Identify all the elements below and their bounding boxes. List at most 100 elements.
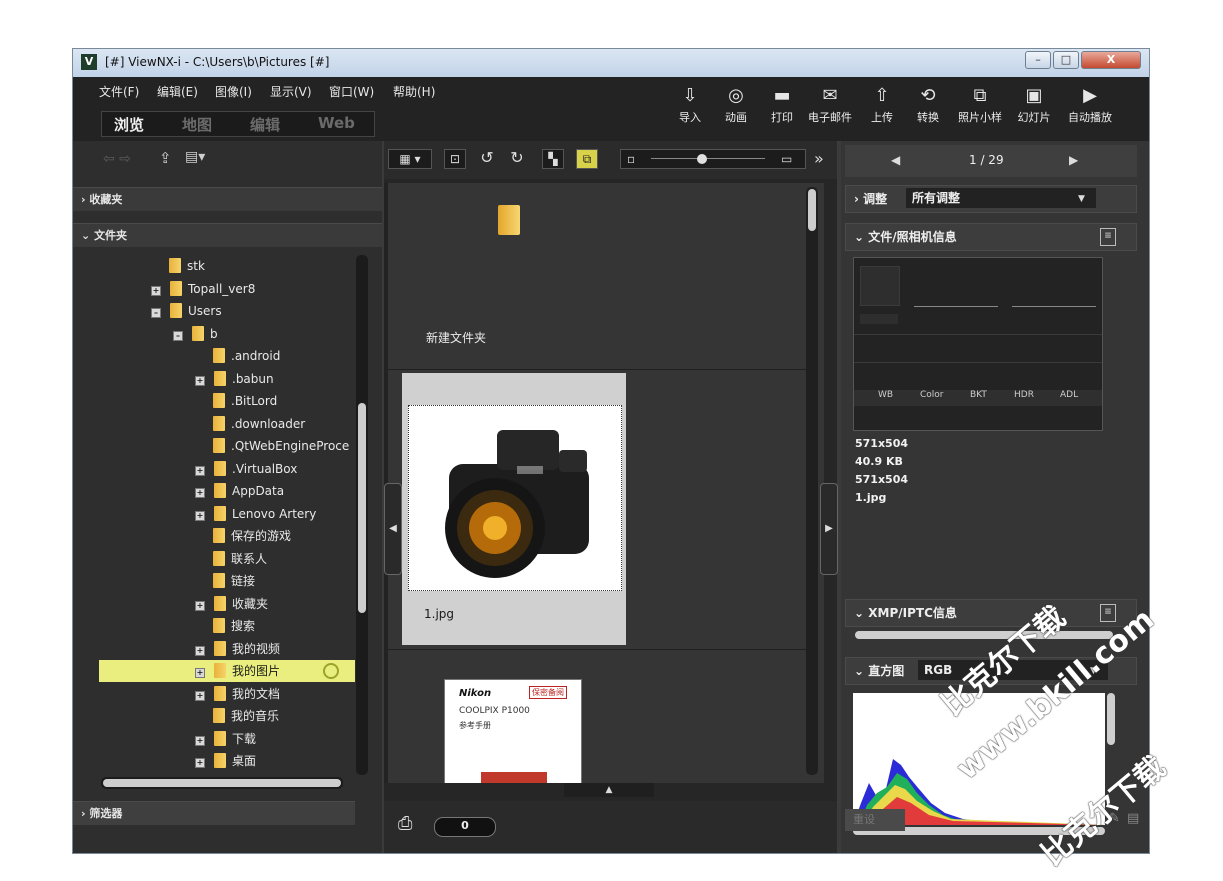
folder-icon [213,528,225,543]
view-mode-dropdown[interactable]: ▦ ▾ [388,149,432,169]
multi-select-icon[interactable]: ⧉ [576,149,598,169]
menu-window[interactable]: 窗口(W) [329,83,374,100]
expand-icon[interactable]: + [195,758,205,768]
grid-scrollbar-thumb[interactable] [808,189,816,231]
tree-item[interactable]: 联系人 [213,548,267,570]
tree-item[interactable]: + Lenovo Artery [195,503,316,525]
tree-item[interactable]: 我的音乐 [213,705,279,727]
xmp-list-icon[interactable]: ≡ [1100,604,1116,622]
expand-icon[interactable]: + [195,465,205,476]
tab-browse[interactable]: 浏览 [114,114,144,135]
tree-item[interactable]: + AppData [195,480,284,502]
prev-image-icon[interactable]: ◀ [891,153,900,167]
filter-section-header[interactable]: › 筛选器 [73,801,355,825]
tree-item[interactable]: + 收藏夹 [195,593,268,615]
adjust-dropdown[interactable]: 所有调整 [906,188,1096,208]
tree-item[interactable]: + 我的图片 [99,660,355,682]
slider-knob[interactable] [697,154,707,164]
contact-sheet-button[interactable]: ⧉ 照片小样 [953,83,1007,125]
tree-item[interactable]: .QtWebEngineProce [213,435,349,457]
tree-item[interactable]: + 我的视频 [195,638,280,660]
tree-scrollbar[interactable] [356,255,368,775]
folders-section-header[interactable]: ⌄ 文件夹 [73,223,382,247]
tree-scrollbar-thumb[interactable] [358,403,366,613]
tree-h-scrollbar[interactable] [101,777,343,789]
grid-scrollbar[interactable] [806,187,818,775]
close-button[interactable]: X [1081,51,1141,69]
tree-item[interactable]: + .VirtualBox [195,458,297,480]
menu-file[interactable]: 文件(F) [99,83,139,100]
tab-map[interactable]: 地图 [182,114,212,135]
convert-icon: ⟲ [920,85,936,106]
menu-help[interactable]: 帮助(H) [393,83,435,100]
reset-button[interactable]: 重设 [845,809,905,831]
xmp-header[interactable]: ⌄ XMP/IPTC信息 ≡ [845,599,1137,627]
collapse-icon[interactable]: – [173,330,183,341]
xmp-scrollbar[interactable] [855,631,1113,639]
status-ring-icon [323,663,339,679]
tree-item[interactable]: + 我的文档 [195,683,280,705]
tree-item[interactable]: 保存的游戏 [213,525,291,547]
menu-edit[interactable]: 编辑(E) [157,83,198,100]
favorites-section-header[interactable]: › 收藏夹 [73,187,382,211]
tree-item[interactable]: – Users [151,300,222,322]
grid-item-folder[interactable]: 新建文件夹 [388,183,808,370]
tag-adl: ADL [1060,390,1079,400]
tree-item[interactable]: + 下载 [195,728,256,750]
tab-web[interactable]: Web [318,114,355,132]
tree-item[interactable]: .android [213,345,280,367]
info-list-icon[interactable]: ≡ [1100,228,1116,246]
tree-h-scrollbar-thumb[interactable] [103,779,341,787]
histogram-v-scrollbar[interactable] [1107,693,1115,745]
expand-icon[interactable]: + [195,600,205,611]
folder-menu-icon[interactable]: ▤▾ [185,149,205,165]
more-icon[interactable]: » [814,149,824,168]
tree-item[interactable]: + 桌面 [195,750,256,772]
expand-icon[interactable]: + [195,375,205,386]
tree-item[interactable]: + Topall_ver8 [151,278,255,300]
grid-item-image[interactable]: 1.jpg [402,373,626,645]
convert-button[interactable]: ⟲ 转换 [901,83,955,125]
email-button[interactable]: ✉ 电子邮件 [803,83,857,125]
tree-item[interactable]: stk [169,255,205,277]
tab-edit[interactable]: 编辑 [250,114,280,135]
adjust-header[interactable]: › 调整 所有调整 ▼ [845,185,1137,213]
tree-item[interactable]: 链接 [213,570,255,592]
grid-item-document[interactable]: Nikon 保密备阅 COOLPIX P1000 参考手册 [444,679,582,783]
thumbnail-size-slider[interactable]: ▫ ▭ [620,149,806,169]
collapse-icon[interactable]: – [151,308,161,318]
collapse-left-icon[interactable]: ◀ [384,483,402,575]
menu-image[interactable]: 图像(I) [215,83,252,100]
tree-item[interactable]: .BitLord [213,390,277,412]
expand-icon[interactable]: + [151,285,161,296]
minimize-button[interactable]: – [1025,51,1051,69]
tree-item[interactable]: + .babun [195,368,274,390]
expand-icon[interactable]: + [195,488,205,498]
tree-item-label: 我的文档 [232,686,281,701]
maximize-button[interactable]: □ [1053,51,1079,69]
tree-item-label: .BitLord [231,394,278,408]
folder-up-icon[interactable]: ⇪ [159,149,172,167]
next-image-icon[interactable]: ▶ [1069,153,1078,167]
image-nav: ◀ 1 / 29 ▶ [845,145,1137,177]
autoplay-button[interactable]: ▶ 自动播放 [1063,83,1117,125]
rating-stamp-icon[interactable]: ⎙ [398,813,412,834]
rotate-left-icon[interactable]: ↺ [476,149,498,169]
expand-icon[interactable]: + [195,668,205,678]
slideshow-button[interactable]: ▣ 幻灯片 [1007,83,1061,125]
fit-icon[interactable]: ⊡ [444,149,466,169]
file-info-header[interactable]: ⌄ 文件/照相机信息 ≡ [845,223,1137,251]
collapse-right-icon[interactable]: ▶ [820,483,838,575]
expand-icon[interactable]: + [195,645,205,656]
tree-item[interactable]: .downloader [213,413,305,435]
tree-item[interactable]: – b [173,323,218,345]
compare-icon[interactable]: ▚ [542,149,564,169]
expand-icon[interactable]: + [195,735,205,746]
filmstrip-toggle-icon[interactable]: ▲ [564,783,654,797]
expand-icon[interactable]: + [195,510,205,521]
print-button[interactable]: ▬ 打印 [755,83,809,125]
expand-icon[interactable]: + [195,690,205,701]
menu-view[interactable]: 显示(V) [270,83,312,100]
rotate-right-icon[interactable]: ↻ [506,149,528,169]
tree-item[interactable]: 搜索 [213,615,255,637]
